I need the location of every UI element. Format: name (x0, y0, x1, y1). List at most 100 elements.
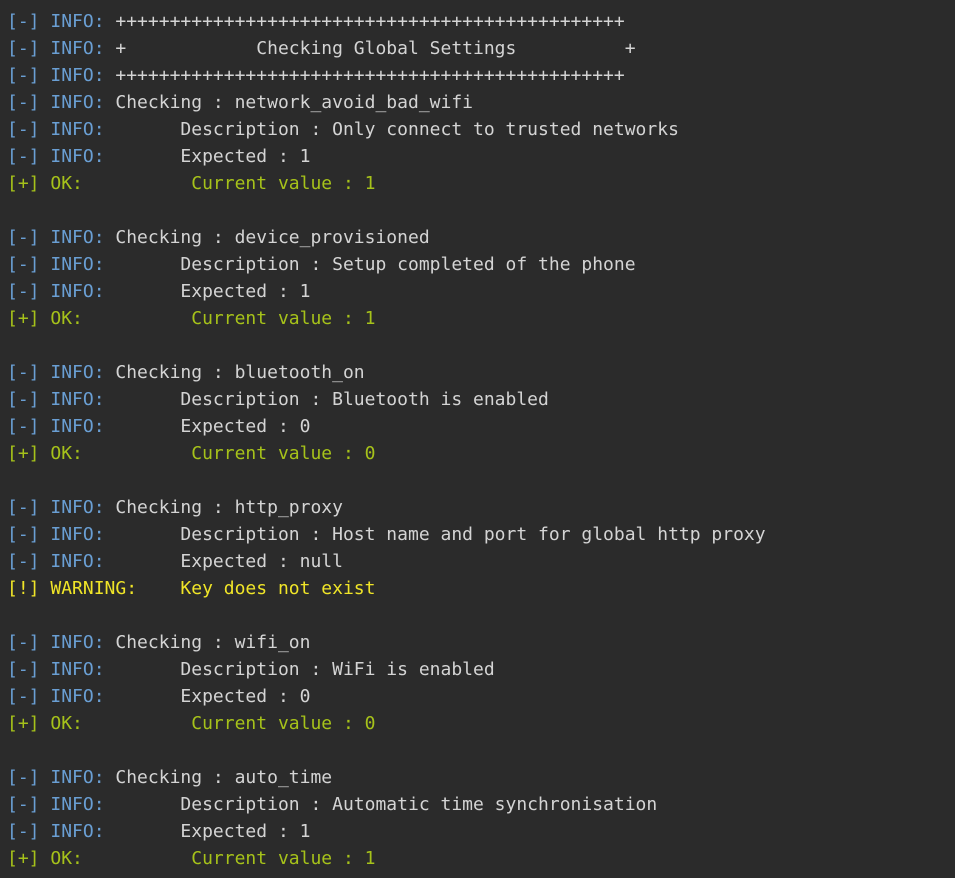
log-line-info: [-] INFO: ++++++++++++++++++++++++++++++… (7, 62, 955, 89)
log-line-info: [-] INFO: Expected : 0 (7, 683, 955, 710)
log-level-label: INFO: (50, 362, 105, 383)
log-line-info: [-] INFO: Description : WiFi is enabled (7, 656, 955, 683)
log-prefix: [-] (7, 416, 40, 437)
log-prefix: [-] (7, 11, 40, 32)
log-prefix: [-] (7, 686, 40, 707)
log-message: Checking : network_avoid_bad_wifi (104, 92, 474, 113)
log-line-info: [-] INFO: Checking : bluetooth_on (7, 359, 955, 386)
log-prefix: [-] (7, 524, 40, 545)
log-line-warning: [!] WARNING: Key does not exist (7, 575, 955, 602)
log-level-label: INFO: (50, 389, 105, 410)
log-message: Description : Setup completed of the pho… (104, 254, 636, 275)
log-level-label: WARNING: (50, 578, 138, 599)
log-level-label: INFO: (50, 254, 105, 275)
log-line-info: [-] INFO: Description : Bluetooth is ena… (7, 386, 955, 413)
log-message: Description : Only connect to trusted ne… (104, 119, 679, 140)
log-line-ok: [+] OK: Current value : 1 (7, 845, 955, 872)
log-line-info: [-] INFO: Expected : 1 (7, 143, 955, 170)
log-level-label: INFO: (50, 497, 105, 518)
log-message: Expected : 0 (104, 416, 311, 437)
log-level-label: OK: (50, 308, 83, 329)
log-message: Checking : auto_time (104, 767, 333, 788)
log-line-info: [-] INFO: Description : Only connect to … (7, 116, 955, 143)
log-line-info: [-] INFO: Description : Setup completed … (7, 251, 955, 278)
log-prefix: [-] (7, 362, 40, 383)
log-level-label: INFO: (50, 146, 105, 167)
log-level-label: INFO: (50, 659, 105, 680)
log-level-label: INFO: (50, 416, 105, 437)
log-prefix: [-] (7, 119, 40, 140)
log-level-label: INFO: (50, 281, 105, 302)
log-message: Checking : device_provisioned (104, 227, 430, 248)
log-message: Description : WiFi is enabled (104, 659, 495, 680)
log-message: Current value : 0 (82, 443, 376, 464)
log-message: ++++++++++++++++++++++++++++++++++++++++… (104, 11, 625, 32)
log-level-label: INFO: (50, 11, 105, 32)
log-line-info: [-] INFO: Checking : http_proxy (7, 494, 955, 521)
log-line-info: [-] INFO: Expected : 1 (7, 818, 955, 845)
log-line-info: [-] INFO: Checking : auto_time (7, 764, 955, 791)
log-message: Expected : 0 (104, 686, 311, 707)
log-line-info: [-] INFO: Description : Automatic time s… (7, 791, 955, 818)
log-message: Checking : bluetooth_on (104, 362, 365, 383)
log-level-label: OK: (50, 713, 83, 734)
log-prefix: [-] (7, 821, 40, 842)
log-message: Expected : 1 (104, 146, 311, 167)
log-prefix: [-] (7, 497, 40, 518)
log-level-label: INFO: (50, 92, 105, 113)
log-message: Description : Host name and port for glo… (104, 524, 766, 545)
log-line-info: [-] INFO: Checking : network_avoid_bad_w… (7, 89, 955, 116)
log-level-label: INFO: (50, 686, 105, 707)
log-message: Checking : wifi_on (104, 632, 311, 653)
log-prefix: [+] (7, 308, 40, 329)
log-line-ok: [+] OK: Current value : 0 (7, 440, 955, 467)
log-level-label: INFO: (50, 767, 105, 788)
log-message: Current value : 1 (82, 848, 376, 869)
log-message: Description : Automatic time synchronisa… (104, 794, 658, 815)
log-prefix: [-] (7, 281, 40, 302)
log-prefix: [-] (7, 254, 40, 275)
log-message: ++++++++++++++++++++++++++++++++++++++++… (104, 65, 625, 86)
log-level-label: INFO: (50, 65, 105, 86)
log-line-info: [-] INFO: Checking : wifi_on (7, 629, 955, 656)
log-level-label: INFO: (50, 794, 105, 815)
log-line-info: [-] INFO: Expected : null (7, 548, 955, 575)
log-prefix: [-] (7, 389, 40, 410)
log-prefix: [+] (7, 713, 40, 734)
log-prefix: [-] (7, 767, 40, 788)
log-level-label: INFO: (50, 227, 105, 248)
log-prefix: [!] (7, 578, 40, 599)
log-message: + Checking Global Settings + (104, 38, 636, 59)
log-prefix: [-] (7, 551, 40, 572)
log-level-label: OK: (50, 848, 83, 869)
log-prefix: [-] (7, 794, 40, 815)
log-line-info: [-] INFO: Checking : device_provisioned (7, 224, 955, 251)
log-prefix: [-] (7, 92, 40, 113)
log-prefix: [-] (7, 227, 40, 248)
log-level-label: OK: (50, 443, 83, 464)
log-message: Expected : 1 (104, 281, 311, 302)
log-line-info: [-] INFO: + Checking Global Settings + (7, 35, 955, 62)
terminal-output: [-] INFO: ++++++++++++++++++++++++++++++… (0, 0, 955, 878)
log-level-label: INFO: (50, 119, 105, 140)
log-message: Expected : 1 (104, 821, 311, 842)
log-level-label: INFO: (50, 632, 105, 653)
log-level-label: INFO: (50, 551, 105, 572)
log-message: Checking : http_proxy (104, 497, 343, 518)
log-prefix: [-] (7, 146, 40, 167)
log-message: Current value : 1 (82, 308, 376, 329)
log-prefix: [-] (7, 38, 40, 59)
log-message: Description : Bluetooth is enabled (104, 389, 549, 410)
log-message: Expected : null (104, 551, 343, 572)
log-prefix: [+] (7, 443, 40, 464)
log-line-ok: [+] OK: Current value : 0 (7, 710, 955, 737)
log-prefix: [+] (7, 848, 40, 869)
log-prefix: [-] (7, 65, 40, 86)
log-level-label: INFO: (50, 524, 105, 545)
log-prefix: [-] (7, 632, 40, 653)
log-line-info: [-] INFO: ++++++++++++++++++++++++++++++… (7, 8, 955, 35)
log-message: Key does not exist (137, 578, 376, 599)
